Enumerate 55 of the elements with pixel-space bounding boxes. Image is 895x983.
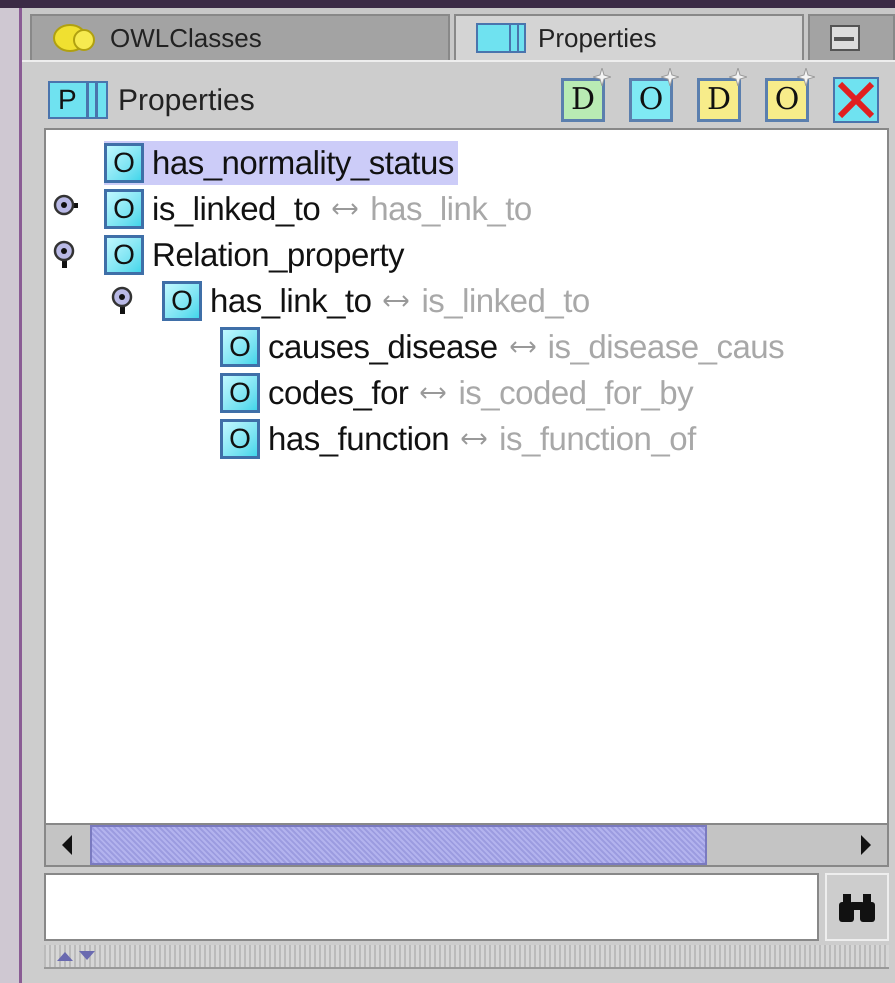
tab[interactable]: OWLClasses [30, 14, 450, 60]
property-icon [476, 23, 526, 53]
tree-item[interactable]: O causes_disease is_disease_caus [220, 325, 788, 369]
property-icon: O [104, 189, 144, 229]
inverse-property-name: is_linked_to [421, 281, 590, 322]
search-field[interactable] [44, 873, 819, 941]
sparkle-icon [729, 68, 747, 86]
property-name: has_normality_status [152, 143, 454, 184]
sparkle-icon [797, 68, 815, 86]
create-button[interactable]: O [629, 78, 673, 122]
tree-item[interactable]: O has_normality_status [104, 141, 458, 185]
inverse-arrow-icon [510, 341, 536, 353]
collapse-down-icon[interactable] [78, 950, 96, 962]
inverse-property-name: is_function_of [499, 419, 696, 460]
binoculars-icon [839, 892, 875, 922]
search-button[interactable] [825, 873, 889, 941]
property-name: has_function [268, 419, 450, 460]
inverse-property-name: has_link_to [370, 189, 532, 230]
horizontal-scrollbar[interactable] [44, 825, 889, 867]
tab[interactable] [808, 14, 895, 60]
property-icon: O [104, 235, 144, 275]
create-button[interactable]: D [697, 78, 741, 122]
inverse-arrow-icon [332, 203, 358, 215]
property-name: codes_for [268, 373, 408, 414]
expand-up-icon[interactable] [56, 950, 74, 962]
close-icon [836, 80, 876, 120]
property-name: Relation_property [152, 235, 404, 276]
window-icon [830, 25, 860, 51]
property-icon: O [220, 373, 260, 413]
tree-item[interactable]: O has_function is_function_of [220, 417, 700, 461]
inverse-property-name: is_disease_caus [548, 327, 784, 368]
tab[interactable]: Properties [454, 14, 804, 60]
tree-item[interactable]: O is_linked_to has_link_to [104, 187, 536, 231]
property-name: is_linked_to [152, 189, 320, 230]
property-name: has_link_to [210, 281, 372, 322]
inverse-arrow-icon [461, 433, 488, 445]
panel-title: Properties [118, 82, 255, 118]
tree-item[interactable]: O codes_for is_coded_for_by [220, 371, 698, 415]
property-name: causes_disease [268, 327, 498, 368]
property-icon: O [162, 281, 202, 321]
create-button[interactable]: O [765, 78, 809, 122]
property-icon: O [104, 143, 144, 183]
class-icon [52, 23, 98, 53]
delete-button[interactable] [833, 77, 879, 123]
properties-icon: P [48, 81, 108, 119]
tree-item[interactable]: O has_link_to is_linked_to [162, 279, 594, 323]
inverse-arrow-icon [420, 387, 446, 399]
create-button[interactable]: D [561, 78, 605, 122]
property-icon: O [220, 327, 260, 367]
sparkle-icon [661, 68, 679, 86]
sparkle-icon [593, 68, 611, 86]
inverse-arrow-icon [383, 295, 410, 307]
property-icon: O [220, 419, 260, 459]
tree-item[interactable]: O Relation_property [104, 233, 408, 277]
inverse-property-name: is_coded_for_by [458, 373, 694, 414]
